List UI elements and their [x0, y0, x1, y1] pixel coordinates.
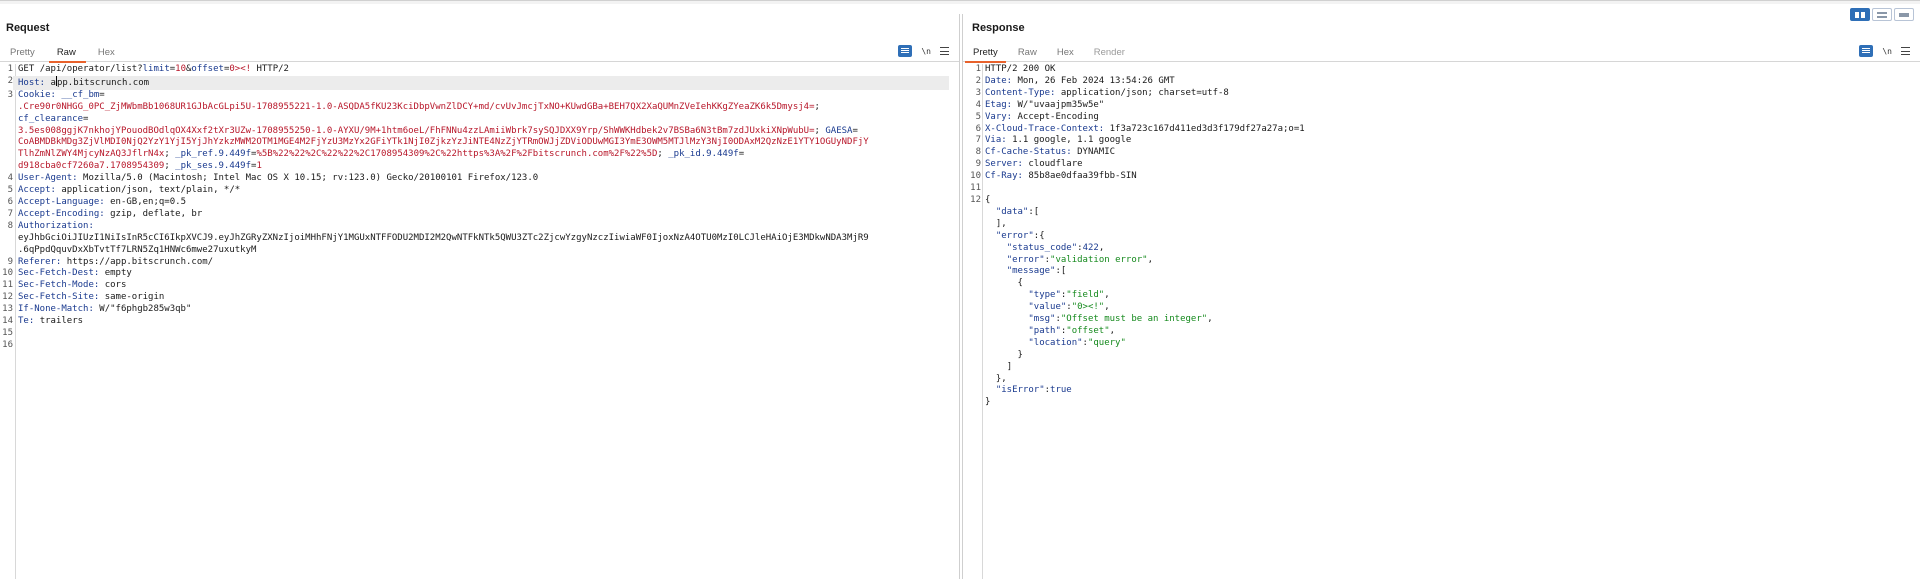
show-newlines-icon[interactable]: \n: [1882, 47, 1892, 56]
code-line: 1 GET /api/operator/list?limit=10&offset…: [7, 64, 289, 74]
response-tab-raw[interactable]: Raw: [1008, 43, 1047, 62]
show-newlines-icon[interactable]: \n: [921, 47, 931, 56]
code-line: 2 Date: Mon, 26 Feb 2024 13:54:26 GMT: [975, 75, 1175, 86]
code-line: 5 Accept: application/json, text/plain, …: [7, 185, 241, 196]
code-line: "message":[: [1006, 266, 1067, 277]
code-line: 13 If-None-Match: W/"f6phgb285w3qb": [2, 304, 192, 315]
code-line: ],: [995, 218, 1007, 229]
code-line: .6qPpdQquvDxXbTvtTf7LRN5Zq1HNWc6mwe27uxu…: [18, 244, 257, 255]
response-tab-render[interactable]: Render: [1084, 43, 1135, 62]
code-line: "msg":"Offset must be an integer",: [1028, 314, 1213, 325]
code-line: "location":"query": [1028, 337, 1126, 348]
code-line: TlhZmNlZWY4MjcyNzAQ3JflrN4x; _pk_ref.9.4…: [18, 149, 745, 160]
response-title: Response: [972, 22, 1025, 34]
code-line: ]: [1006, 361, 1013, 372]
code-line: 7 Via: 1.1 google, 1.1 google: [975, 135, 1132, 146]
menu-icon[interactable]: [940, 47, 949, 55]
code-line: 1 HTTP/2 200 OK: [975, 64, 1056, 74]
code-line: 5 Vary: Accept-Encoding: [975, 111, 1099, 122]
code-line: "value":"0><!",: [1028, 302, 1110, 313]
response-pane: Response Pretty Raw Hex Render \n 1 HTTP…: [962, 14, 1920, 579]
request-tabs: Pretty Raw Hex \n: [0, 43, 959, 63]
word-wrap-icon[interactable]: [898, 45, 913, 57]
code-line: 11: [970, 183, 981, 194]
code-line: 9 Referer: https://app.bitscrunch.com/: [7, 256, 214, 267]
top-border: [0, 0, 1920, 4]
code-line: cf_clearance=: [18, 113, 89, 124]
request-pane: Request Pretty Raw Hex \n 1 GET /api/ope…: [0, 14, 960, 579]
code-line: "status_code":422,: [1006, 242, 1105, 253]
word-wrap-icon[interactable]: [1859, 45, 1874, 57]
code-line: "error":"validation error",: [1006, 254, 1154, 265]
code-line: 3 Content-Type: application/json; charse…: [975, 87, 1229, 98]
code-line: }: [1017, 349, 1023, 360]
code-line: }: [985, 397, 991, 408]
code-line: 8 Authorization:: [7, 220, 100, 231]
request-tab-pretty[interactable]: Pretty: [0, 43, 47, 62]
response-tools: \n: [1859, 45, 1910, 57]
code-line-current: 2 Host: app.bitscrunch.com: [0, 75, 959, 90]
response-tab-hex[interactable]: Hex: [1047, 43, 1084, 62]
code-line: 4 User-Agent: Mozilla/5.0 (Macintosh; In…: [7, 173, 539, 184]
code-line: 3.5es008ggjK7nkhojYPouodBOdlqOX4Xxf2tXr3…: [18, 125, 858, 136]
code-line: 8 Cf-Cache-Status: DYNAMIC: [975, 147, 1116, 158]
request-tools: \n: [898, 45, 949, 57]
code-line: 3 Cookie: __cf_bm=: [7, 89, 105, 100]
response-tab-pretty[interactable]: Pretty: [963, 43, 1008, 63]
request-tab-hex[interactable]: Hex: [88, 43, 127, 62]
code-line: {: [1017, 278, 1023, 289]
code-line: "error":{: [995, 230, 1045, 241]
request-tab-raw[interactable]: Raw: [47, 43, 88, 63]
code-line: "type":"field",: [1028, 290, 1110, 301]
request-title: Request: [6, 22, 50, 34]
code-line: d918cba0cf7260a7.1708954309; _pk_ses.9.4…: [18, 161, 262, 172]
code-line: .Cre90r0NHGG_0PC_ZjMWbmBb1068UR1GJbAcGLp…: [18, 101, 820, 112]
code-line: eyJhbGciOiJIUzI1NiIsInR5cCI6IkpXVCJ9.eyJ…: [18, 232, 869, 243]
response-editor[interactable]: 1 HTTP/2 200 OK 2 Date: Mon, 26 Feb 2024…: [963, 64, 1920, 579]
code-line: 4 Etag: W/"uvaajpm35w5e": [975, 99, 1105, 110]
code-line: 10 Sec-Fetch-Dest: empty: [2, 268, 132, 279]
code-line: 16: [2, 339, 13, 350]
menu-icon[interactable]: [1901, 47, 1910, 55]
code-line: 12 Sec-Fetch-Site: same-origin: [2, 292, 165, 303]
code-line: 7 Accept-Encoding: gzip, deflate, br: [7, 208, 203, 219]
code-line: "data":[: [995, 206, 1040, 217]
code-line: 14 Te: trailers: [2, 316, 84, 327]
code-line: 11 Sec-Fetch-Mode: cors: [2, 280, 127, 291]
request-editor[interactable]: 1 GET /api/operator/list?limit=10&offset…: [0, 64, 959, 579]
code-line: "isError":true: [995, 385, 1072, 396]
code-line: 12 {: [970, 194, 991, 205]
code-line: 10 Cf-Ray: 85b8ae0dfaa39fbb-SIN: [970, 171, 1137, 182]
code-line: },: [995, 373, 1007, 384]
code-line: 15: [2, 327, 13, 338]
code-line: CoABMDBkMDg3ZjVlMDI0NjQ2YzY1YjI5YjJhYzkz…: [18, 137, 869, 148]
code-line: 6 X-Cloud-Trace-Context: 1f3a723c167d411…: [975, 123, 1305, 134]
response-tabs: Pretty Raw Hex Render \n: [963, 43, 1920, 63]
code-line: "path":"offset",: [1028, 325, 1116, 336]
code-line: 6 Accept-Language: en-GB,en;q=0.5: [7, 196, 186, 207]
code-line: 9 Server: cloudflare: [975, 159, 1083, 170]
